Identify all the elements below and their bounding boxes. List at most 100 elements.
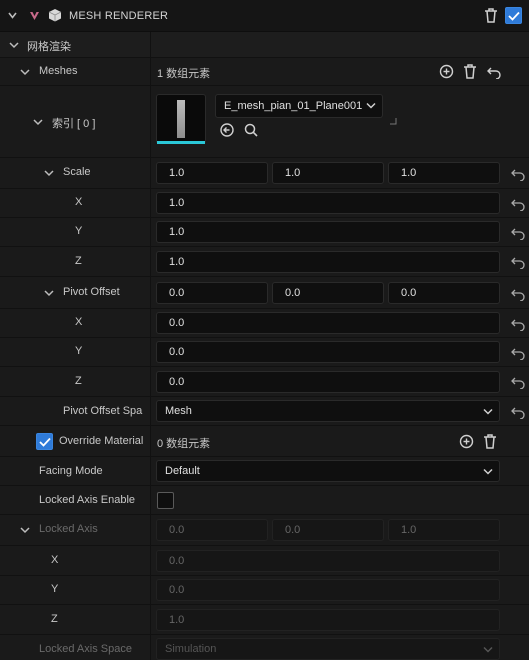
reset-icon[interactable] [511,226,525,240]
locked-axis-space-dropdown: Simulation [156,638,500,660]
pivot-offset-space-row: Pivot Offset Spa Mesh [0,397,529,426]
locked-axis-space-row: Locked Axis Space Simulation [0,635,529,660]
add-element-icon[interactable] [459,434,474,449]
locked-axis-space-label: Locked Axis Space [39,643,132,655]
column-divider[interactable] [150,32,151,660]
resize-grip-icon [390,118,397,125]
chevron-down-icon [366,102,376,109]
pivot-offset-space-dropdown[interactable]: Mesh [156,400,500,422]
thumbnail-underline [157,141,205,144]
chevron-down-icon[interactable] [33,117,43,127]
facing-mode-dropdown[interactable]: Default [156,460,500,482]
locked-axis-z-input: 1.0 [156,609,500,631]
locked-axis-row: Locked Axis 0.0 0.0 1.0 [0,515,529,546]
locked-axis-label: Locked Axis [39,523,98,535]
scale-z-row: Z 1.0 [0,247,529,277]
locked-axis-y-input: 0.0 [156,579,500,601]
pivot-offset-y-row: Y 0.0 [0,338,529,367]
mesh-asset-name: E_mesh_pian_01_Plane001 [224,100,363,112]
use-selected-asset-icon[interactable] [219,122,235,138]
override-material-row: Override Material 0 数组元素 [0,426,529,457]
plane-preview [177,100,185,138]
niagara-module-icon [30,12,39,20]
scale-label: Scale [63,166,91,178]
section-title: 网格渲染 [27,41,71,53]
component-header: MESH RENDERER [0,0,529,32]
pivot-offset-z-input[interactable]: 0.0 [156,371,500,393]
mesh-element-row: 索引 [ 0 ] E_mesh_pian_01_Plane001 [0,86,529,158]
scale-z-input[interactable]: 1.0 [156,251,500,273]
pivot-offset-x-field[interactable]: 0.0 [156,282,268,304]
scale-y-row: Y 1.0 [0,218,529,247]
chevron-down-icon[interactable] [44,288,54,298]
mesh-asset-dropdown[interactable]: E_mesh_pian_01_Plane001 [215,94,383,118]
override-material-checkbox[interactable] [36,433,53,450]
override-material-label: Override Material [59,435,144,447]
axis-y-label: Y [51,583,59,595]
facing-mode-label: Facing Mode [39,465,103,477]
scale-x-field[interactable]: 1.0 [156,162,268,184]
scale-x-row: X 1.0 [0,189,529,218]
checkmark-icon [39,437,51,447]
axis-x-label: X [51,554,59,566]
axis-z-label: Z [75,375,82,387]
locked-axis-x-field: 0.0 [156,519,268,541]
dropdown-value: Mesh [165,405,192,417]
chevron-down-icon [483,468,493,475]
pivot-offset-space-label: Pivot Offset Spa [63,405,143,417]
pivot-offset-x-row: X 0.0 [0,309,529,338]
scale-z-field[interactable]: 1.0 [388,162,500,184]
locked-axis-x-row: X 0.0 [0,546,529,576]
chevron-down-icon [9,42,19,49]
chevron-down-icon [483,646,493,653]
scale-row: Scale 1.0 1.0 1.0 [0,158,529,189]
delete-icon[interactable] [484,8,498,23]
enabled-checkbox[interactable] [505,7,522,24]
facing-mode-row: Facing Mode Default [0,457,529,486]
meshes-label: Meshes [39,65,78,77]
section-header[interactable]: 网格渲染 [0,32,529,58]
delete-icon[interactable] [463,64,477,79]
reset-icon[interactable] [511,346,525,360]
pivot-offset-z-field[interactable]: 0.0 [388,282,500,304]
dropdown-value: Default [165,465,200,477]
reset-icon[interactable] [511,167,525,181]
index-label: 索引 [ 0 ] [52,118,96,130]
pivot-offset-z-row: Z 0.0 [0,367,529,397]
pivot-offset-y-field[interactable]: 0.0 [272,282,384,304]
axis-y-label: Y [75,345,83,357]
reset-icon[interactable] [511,197,525,211]
locked-axis-z-field: 1.0 [388,519,500,541]
delete-icon[interactable] [483,434,497,449]
add-element-icon[interactable] [439,64,454,79]
reset-icon[interactable] [511,287,525,301]
reset-icon[interactable] [511,255,525,269]
scale-x-input[interactable]: 1.0 [156,192,500,214]
chevron-down-icon[interactable] [44,168,54,178]
axis-z-label: Z [75,255,82,267]
mesh-thumbnail[interactable] [156,94,206,144]
collapse-chevron-icon[interactable] [8,11,17,20]
axis-z-label: Z [51,613,58,625]
reset-icon[interactable] [511,375,525,389]
pivot-offset-x-input[interactable]: 0.0 [156,312,500,334]
locked-axis-x-input: 0.0 [156,550,500,572]
reset-icon[interactable] [511,405,525,419]
chevron-down-icon [483,408,493,415]
scale-y-input[interactable]: 1.0 [156,221,500,243]
axis-x-label: X [75,316,83,328]
scale-y-field[interactable]: 1.0 [272,162,384,184]
locked-axis-z-row: Z 1.0 [0,605,529,635]
reset-icon[interactable] [487,65,501,79]
reset-icon[interactable] [511,317,525,331]
browse-search-icon[interactable] [243,122,259,138]
chevron-down-icon[interactable] [20,525,30,535]
chevron-down-icon[interactable] [20,67,30,77]
locked-axis-enable-checkbox[interactable] [157,492,174,509]
override-material-count: 0 数组元素 [157,438,211,450]
axis-y-label: Y [75,225,83,237]
pivot-offset-y-input[interactable]: 0.0 [156,341,500,363]
pivot-offset-label: Pivot Offset [63,286,120,298]
dropdown-value: Simulation [165,643,217,655]
cube-icon [48,9,62,22]
